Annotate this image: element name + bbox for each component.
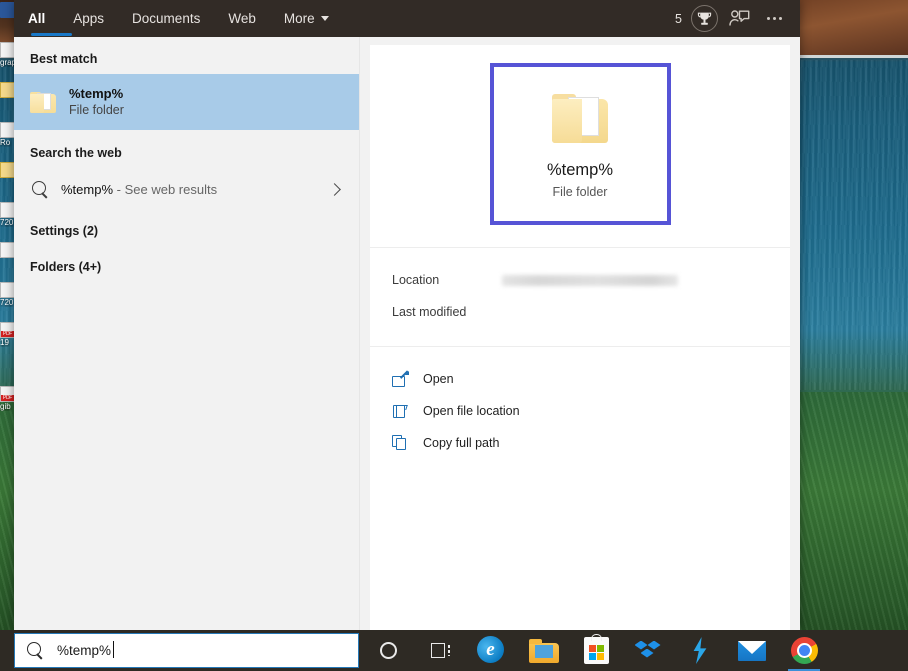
preview-actions: Open Open file location Copy full path [370, 346, 790, 459]
store-icon [584, 637, 609, 664]
search-input[interactable]: %temp% [14, 633, 359, 668]
open-external-icon [392, 371, 409, 388]
best-match-subtitle: File folder [69, 102, 124, 119]
best-match-group-label: Best match [14, 46, 359, 74]
search-header: All Apps Documents Web More 5 [14, 0, 800, 37]
action-open[interactable]: Open [392, 363, 790, 395]
best-match-title: %temp% [69, 86, 124, 102]
dropbox-icon [635, 639, 662, 663]
preview-pane: %temp% File folder Location Last modifie… [360, 37, 800, 630]
cortana-circle-icon [380, 642, 397, 659]
text-file-icon [0, 122, 15, 138]
metadata-row-location: Location [392, 264, 790, 296]
taskbar-app-lightning[interactable] [680, 630, 720, 671]
search-body: Best match %temp% File folder Search the… [14, 37, 800, 630]
rewards-count: 5 [675, 12, 682, 26]
preview-metadata: Location Last modified [370, 247, 790, 346]
ellipsis-icon [767, 17, 782, 20]
best-match-text: %temp% File folder [69, 86, 124, 119]
taskbar-app-file-explorer[interactable] [524, 630, 564, 671]
taskbar: %temp% e [0, 630, 908, 671]
taskbar-app-google-chrome[interactable] [784, 630, 824, 671]
preview-subtitle: File folder [553, 183, 608, 201]
word-document-icon [0, 2, 15, 18]
tab-more[interactable]: More [270, 0, 343, 37]
preview-title: %temp% [547, 159, 613, 181]
feedback-button[interactable] [723, 4, 755, 34]
pdf-file-icon [0, 386, 15, 402]
action-open-file-location[interactable]: Open file location [392, 395, 790, 427]
preview-hero: %temp% File folder [370, 45, 790, 247]
more-options-button[interactable] [758, 4, 790, 34]
taskbar-app-microsoft-edge[interactable]: e [472, 630, 512, 671]
action-copy-full-path-label: Copy full path [423, 436, 499, 450]
active-tab-indicator [31, 33, 72, 37]
mail-icon [738, 641, 766, 661]
results-pane: Best match %temp% File folder Search the… [14, 37, 360, 630]
tab-web-label: Web [228, 11, 256, 26]
metadata-value-location-redacted [502, 275, 678, 286]
metadata-label-last-modified: Last modified [392, 305, 502, 319]
search-web-group-label: Search the web [14, 130, 359, 168]
preview-hero-highlight-box: %temp% File folder [490, 63, 671, 225]
tab-documents-label: Documents [132, 11, 200, 26]
web-result-query: %temp% [61, 182, 113, 197]
text-file-icon [0, 202, 15, 218]
search-icon [27, 642, 44, 659]
tab-documents[interactable]: Documents [118, 0, 214, 37]
open-folder-icon [392, 403, 409, 420]
action-open-file-location-label: Open file location [423, 404, 520, 418]
zip-archive-icon [0, 82, 15, 98]
web-result-suffix: - See web results [113, 182, 217, 197]
best-match-result-item[interactable]: %temp% File folder [14, 74, 359, 130]
chevron-right-icon [328, 183, 341, 196]
taskbar-app-microsoft-store[interactable] [576, 630, 616, 671]
tab-more-label: More [284, 11, 315, 26]
metadata-label-location: Location [392, 273, 502, 287]
action-open-label: Open [423, 372, 454, 386]
tab-all-label: All [28, 11, 45, 26]
edge-icon: e [477, 636, 507, 666]
folders-group-label[interactable]: Folders (4+) [14, 246, 359, 282]
folder-icon [552, 91, 608, 143]
taskbar-app-mail[interactable] [732, 630, 772, 671]
search-icon [32, 181, 49, 198]
chrome-icon [791, 637, 818, 664]
lightning-bolt-icon [690, 637, 710, 664]
text-file-icon [0, 42, 15, 58]
web-result-text: %temp% - See web results [61, 182, 318, 197]
chevron-down-icon [321, 16, 329, 21]
copy-icon [392, 435, 409, 452]
task-view-button[interactable] [420, 630, 460, 671]
feedback-person-icon [729, 9, 750, 28]
tab-apps-label: Apps [73, 11, 104, 26]
rewards-button[interactable] [688, 4, 720, 34]
taskbar-app-dropbox[interactable] [628, 630, 668, 671]
settings-group-label[interactable]: Settings (2) [14, 210, 359, 246]
tab-all[interactable]: All [14, 0, 59, 37]
action-copy-full-path[interactable]: Copy full path [392, 427, 790, 459]
search-input-value: %temp% [57, 643, 111, 658]
tab-web[interactable]: Web [214, 0, 270, 37]
cortana-button[interactable] [368, 630, 408, 671]
text-file-icon [0, 282, 15, 298]
file-explorer-icon [529, 639, 559, 663]
search-flyout: All Apps Documents Web More 5 [14, 0, 800, 630]
search-tabs: All Apps Documents Web More [14, 0, 343, 37]
web-result-item[interactable]: %temp% - See web results [14, 168, 359, 210]
pdf-file-icon [0, 322, 15, 338]
metadata-row-last-modified: Last modified [392, 296, 790, 328]
task-view-icon [431, 643, 450, 658]
preview-card: %temp% File folder Location Last modifie… [370, 45, 790, 630]
tab-apps[interactable]: Apps [59, 0, 118, 37]
header-right-cluster: 5 [675, 4, 800, 34]
taskbar-buttons: e [368, 630, 824, 671]
zip-archive-icon [0, 162, 15, 178]
page-file-icon [0, 242, 15, 258]
trophy-icon [691, 5, 718, 32]
folder-icon [30, 91, 56, 113]
